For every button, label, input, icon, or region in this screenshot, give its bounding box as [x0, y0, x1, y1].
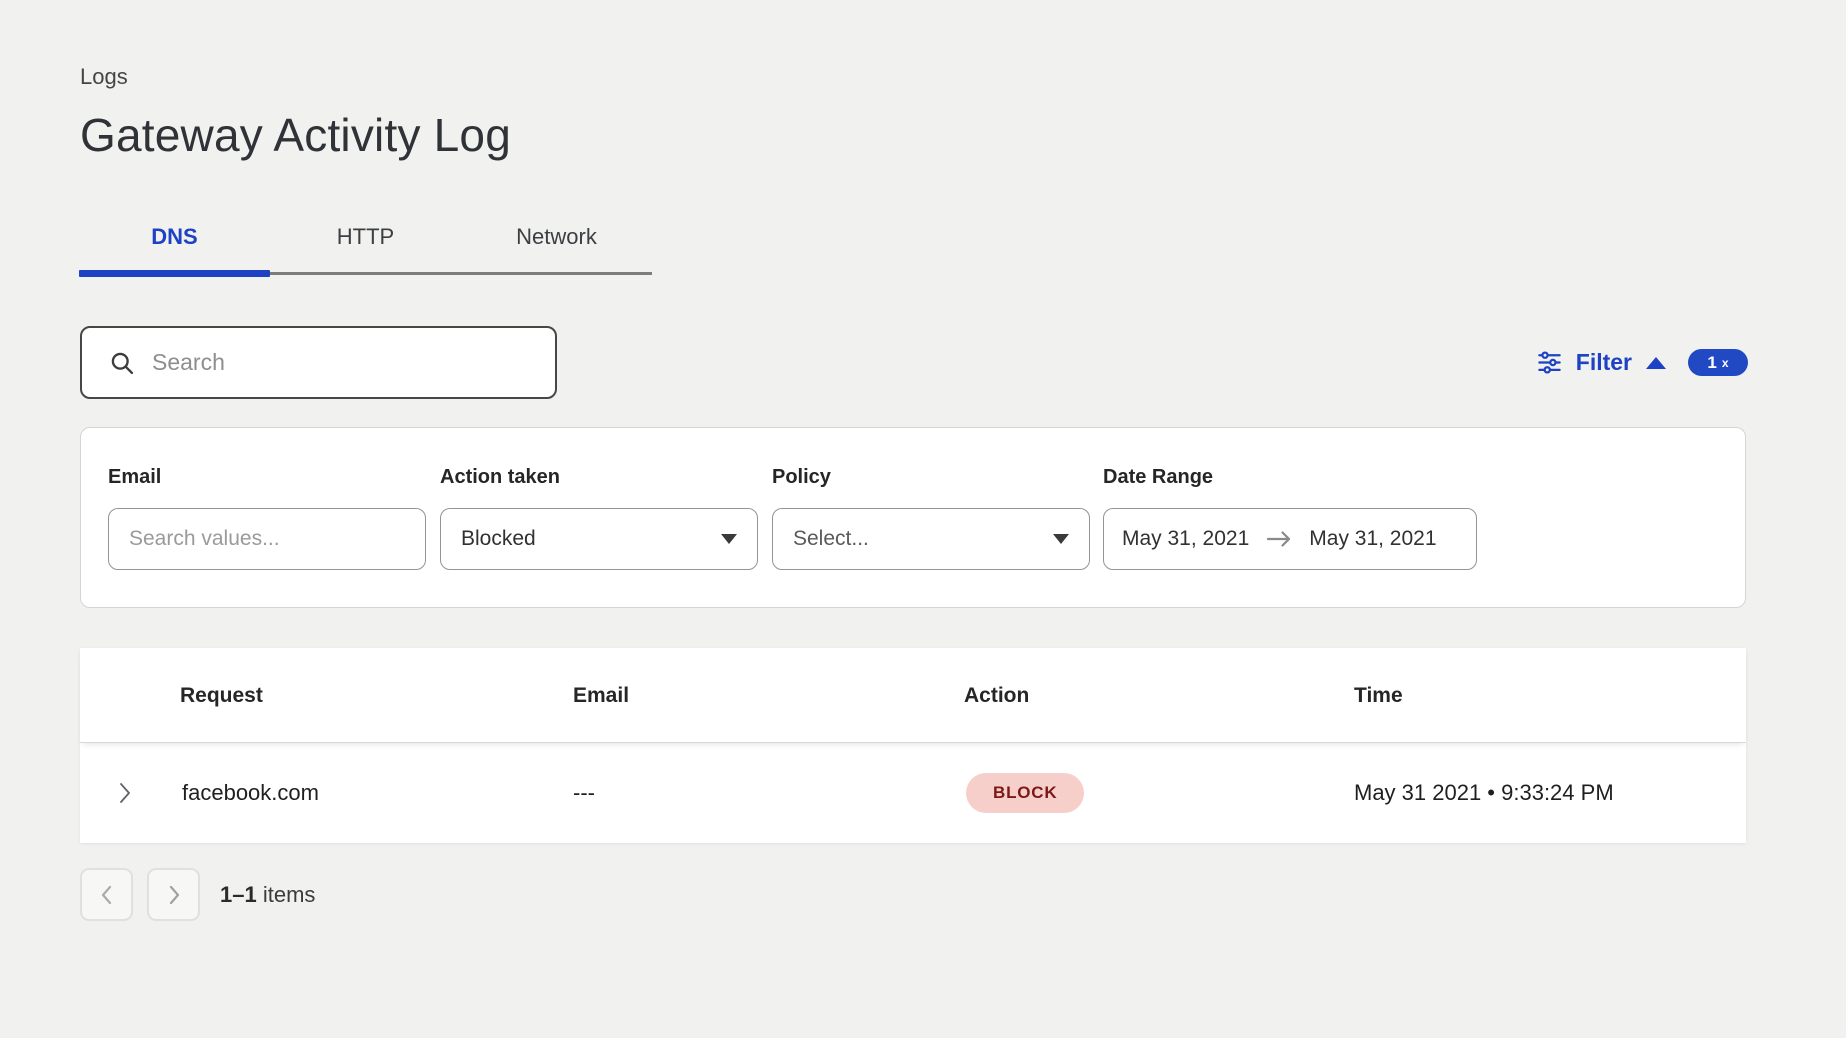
- tab-network[interactable]: Network: [461, 215, 652, 277]
- items-count: 1–1 items: [220, 882, 315, 908]
- filter-panel: Email Action taken Blocked Policy Select…: [80, 427, 1746, 608]
- filter-field-date-range: Date Range May 31, 2021 May 31, 2021: [1103, 428, 1477, 607]
- cell-request: facebook.com: [182, 743, 319, 843]
- filter-field-action-taken: Action taken Blocked: [440, 428, 758, 607]
- arrow-right-icon: [1265, 530, 1293, 548]
- breadcrumb: Logs: [80, 64, 128, 90]
- sliders-icon: [1536, 349, 1563, 376]
- chevron-right-icon: [165, 882, 183, 908]
- policy-value: Select...: [793, 527, 869, 551]
- chevron-down-icon: [721, 534, 737, 544]
- block-action-badge: BLOCK: [966, 773, 1084, 813]
- next-page-button[interactable]: [147, 868, 200, 921]
- search-icon: [108, 349, 136, 377]
- activity-table: Request Email Action Time facebook.com -…: [80, 648, 1746, 843]
- gateway-activity-log-page: Logs Gateway Activity Log DNS HTTP Netwo…: [0, 0, 1846, 1038]
- filter-label: Filter: [1576, 349, 1632, 376]
- tab-dns[interactable]: DNS: [79, 215, 270, 277]
- filter-count-badge[interactable]: 1 x: [1688, 349, 1748, 376]
- search-input[interactable]: [136, 349, 555, 376]
- filter-clear: x: [1722, 356, 1729, 370]
- action-taken-value: Blocked: [461, 527, 536, 551]
- date-range-filter-label: Date Range: [1103, 466, 1213, 489]
- table-row[interactable]: facebook.com --- BLOCK May 31 2021 • 9:3…: [80, 743, 1746, 843]
- email-filter-label: Email: [108, 466, 161, 489]
- filter-field-email: Email: [108, 428, 426, 607]
- chevron-left-icon: [98, 882, 116, 908]
- date-range-start: May 31, 2021: [1122, 527, 1249, 551]
- column-header-action: Action: [964, 648, 1029, 743]
- column-header-email: Email: [573, 648, 629, 743]
- tab-bar: DNS HTTP Network: [79, 215, 654, 277]
- policy-filter-label: Policy: [772, 466, 831, 489]
- column-header-time: Time: [1354, 648, 1403, 743]
- filter-toggle[interactable]: Filter 1 x: [1536, 326, 1748, 399]
- cell-email: ---: [573, 743, 595, 843]
- filter-field-policy: Policy Select...: [772, 428, 1090, 607]
- email-filter-control: [108, 508, 426, 570]
- chevron-down-icon: [1053, 534, 1069, 544]
- row-expand-chevron-icon[interactable]: [116, 743, 133, 843]
- column-header-request: Request: [180, 648, 263, 743]
- email-filter-input[interactable]: [109, 509, 425, 569]
- filter-count: 1: [1707, 353, 1716, 373]
- pagination: 1–1 items: [80, 868, 315, 921]
- date-range-picker[interactable]: May 31, 2021 May 31, 2021: [1103, 508, 1477, 570]
- tab-http[interactable]: HTTP: [270, 215, 461, 277]
- date-range-end: May 31, 2021: [1309, 527, 1436, 551]
- chevron-up-icon: [1646, 357, 1666, 369]
- search-box: [80, 326, 557, 399]
- cell-action: BLOCK: [966, 743, 1084, 843]
- items-label: items: [263, 882, 316, 907]
- table-header: Request Email Action Time: [80, 648, 1746, 743]
- items-range: 1–1: [220, 882, 257, 907]
- policy-select[interactable]: Select...: [772, 508, 1090, 570]
- page-title: Gateway Activity Log: [80, 108, 511, 162]
- action-taken-filter-label: Action taken: [440, 466, 560, 489]
- previous-page-button[interactable]: [80, 868, 133, 921]
- cell-time: May 31 2021 • 9:33:24 PM: [1354, 743, 1614, 843]
- action-taken-select[interactable]: Blocked: [440, 508, 758, 570]
